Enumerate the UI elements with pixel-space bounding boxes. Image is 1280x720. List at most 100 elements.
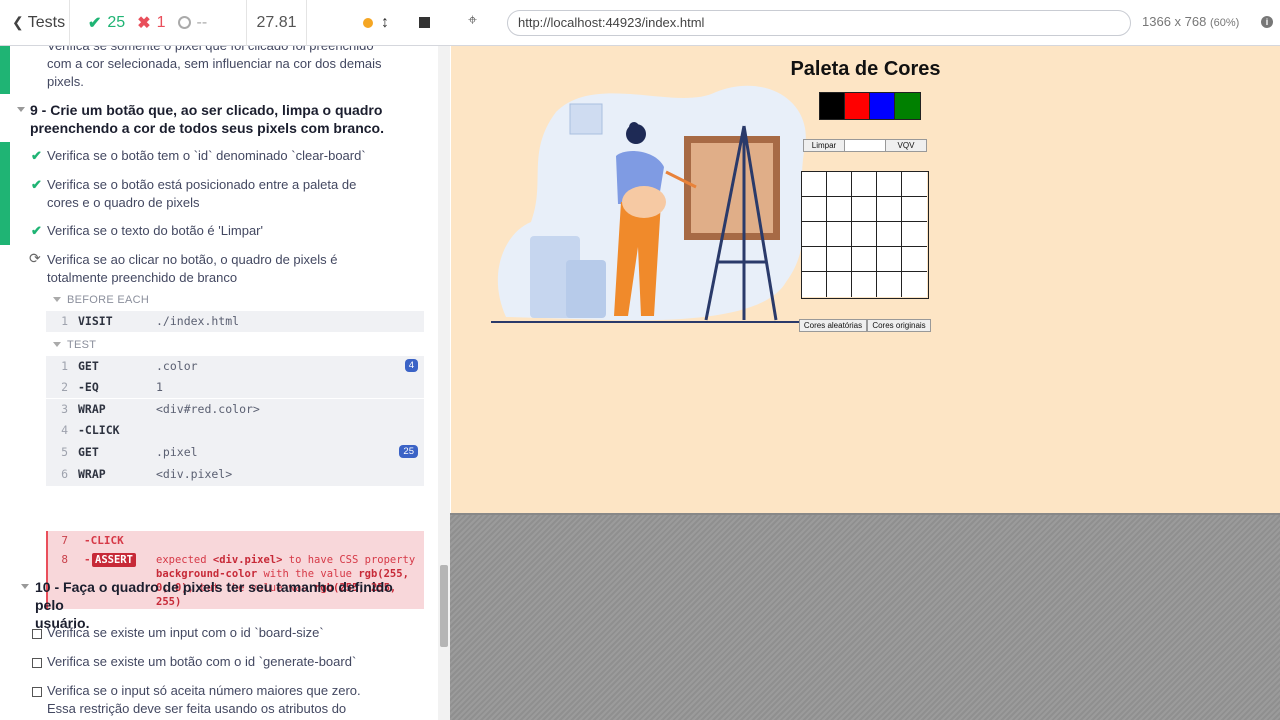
test-title[interactable]: Verifica se o botão tem o `id` denominad…: [47, 147, 366, 165]
command-name: GET: [78, 445, 99, 459]
test-hook-title[interactable]: TEST: [67, 339, 96, 351]
check-icon: ✔: [88, 14, 102, 32]
reporter-panel: ❮ Tests ✔ 25 ✖ 1 -- 27.81 ↕ com a cor se…: [0, 0, 450, 720]
random-colors-button[interactable]: Cores aleatórias: [799, 319, 867, 332]
scrollbar-thumb[interactable]: [440, 565, 448, 647]
viewport-info: 1366 x 768 (60%): [1142, 14, 1239, 29]
clear-board-button[interactable]: Limpar: [803, 139, 845, 152]
pixel[interactable]: [877, 247, 902, 272]
caret-down-icon[interactable]: [21, 584, 29, 589]
pixel[interactable]: [802, 272, 827, 297]
caret-down-icon[interactable]: [53, 342, 61, 347]
caret-down-icon[interactable]: [17, 107, 25, 112]
text-line: 9 - Crie um botão que, ao ser clicado, l…: [30, 102, 383, 118]
command-name: -EQ: [78, 380, 99, 394]
color-swatch[interactable]: [820, 93, 845, 119]
pixel[interactable]: [852, 172, 877, 197]
generate-board-button[interactable]: VQV: [885, 139, 927, 152]
color-swatch[interactable]: [845, 93, 870, 119]
board-size-input[interactable]: [844, 139, 886, 152]
color-swatch[interactable]: [895, 93, 920, 119]
command-name: VISIT: [78, 314, 113, 328]
tests-label: Tests: [27, 13, 66, 31]
original-colors-button[interactable]: Cores originais: [867, 319, 931, 332]
pixel[interactable]: [827, 247, 852, 272]
pixel[interactable]: [827, 222, 852, 247]
pixel[interactable]: [827, 172, 852, 197]
pixel[interactable]: [902, 247, 927, 272]
text-line: Verifica se o botão está posicionado ent…: [47, 177, 357, 192]
pixel[interactable]: [827, 197, 852, 222]
color-swatch[interactable]: [870, 93, 895, 119]
pending-checkbox-icon: [32, 629, 42, 639]
run-controls: ↕: [307, 0, 450, 46]
text-line: Essa restrição deve ser feita usando os …: [47, 701, 347, 716]
empty-viewport-area: [450, 513, 1280, 720]
test-title[interactable]: Verifica se existe um input com o id `bo…: [47, 624, 324, 642]
command-number: 7: [61, 534, 68, 547]
command-row[interactable]: 6 WRAP <div.pixel>: [46, 464, 424, 484]
stats: ✔ 25 ✖ 1 --: [70, 0, 247, 46]
test-title-prev[interactable]: Verifica se somente o pixel que foi clic…: [47, 46, 427, 91]
test-title[interactable]: Verifica se existe um botão com o id `ge…: [47, 653, 356, 671]
pixel[interactable]: [802, 222, 827, 247]
autoscroll-icon[interactable]: ↕: [381, 14, 389, 32]
text-line: Verifica se o texto do botão é 'Limpar': [47, 223, 263, 238]
pending-stat[interactable]: --: [177, 13, 208, 32]
cypress-runner: ❮ Tests ✔ 25 ✖ 1 -- 27.81 ↕ com a cor se…: [0, 0, 1280, 720]
info-icon[interactable]: i: [1261, 16, 1273, 28]
pixel[interactable]: [852, 272, 877, 297]
pending-count: --: [196, 13, 208, 31]
check-icon: ✔: [31, 148, 42, 163]
pixel[interactable]: [802, 172, 827, 197]
command-number: 8: [61, 553, 68, 566]
pixel[interactable]: [802, 247, 827, 272]
url-field[interactable]: http://localhost:44923/index.html: [507, 10, 1131, 36]
command-row[interactable]: 4 -CLICK: [46, 420, 424, 440]
pixel[interactable]: [902, 272, 927, 297]
pending-checkbox-icon: [32, 687, 42, 697]
pixel[interactable]: [877, 197, 902, 222]
test-title[interactable]: Verifica se o input só aceita número mai…: [47, 682, 361, 718]
pixel[interactable]: [902, 222, 927, 247]
passed-count: 25: [107, 13, 126, 31]
command-number: 1: [61, 314, 68, 328]
command-row[interactable]: 5 GET .pixel 25: [46, 442, 424, 462]
command-row[interactable]: 1 GET .color 4: [46, 356, 424, 376]
pixel[interactable]: [877, 172, 902, 197]
color-palette: [819, 92, 921, 120]
pending-circle-icon: [177, 16, 191, 29]
pixel[interactable]: [902, 172, 927, 197]
pixel[interactable]: [852, 197, 877, 222]
stop-icon[interactable]: [419, 17, 430, 28]
command-dash: -: [84, 553, 91, 566]
pixel[interactable]: [902, 197, 927, 222]
passed-stat[interactable]: ✔ 25: [88, 13, 125, 33]
test-title[interactable]: Verifica se o botão está posicionado ent…: [47, 176, 356, 212]
command-name: WRAP: [78, 467, 106, 481]
x-icon: ✖: [137, 14, 151, 32]
pixel[interactable]: [877, 222, 902, 247]
tests-back-button[interactable]: ❮ Tests: [0, 0, 70, 46]
pending-checkbox-icon: [32, 658, 42, 668]
command-row[interactable]: 3 WRAP <div#red.color>: [46, 399, 424, 419]
command-message: .color: [156, 359, 198, 373]
test-title-running[interactable]: Verifica se ao clicar no botão, o quadro…: [47, 251, 338, 287]
test-title[interactable]: Verifica se o texto do botão é 'Limpar': [47, 222, 263, 240]
command-row[interactable]: 2 -EQ 1: [46, 377, 424, 397]
suite-9-title[interactable]: 9 - Crie um botão que, ao ser clicado, l…: [30, 101, 410, 137]
crosshair-icon[interactable]: ⌖: [468, 12, 490, 34]
command-message: ./index.html: [156, 314, 240, 328]
aut-header: ⌖ http://localhost:44923/index.html 1366…: [450, 0, 1280, 46]
command-row[interactable]: 1 VISIT ./index.html: [46, 311, 424, 332]
pixel[interactable]: [827, 272, 852, 297]
pixel[interactable]: [852, 247, 877, 272]
before-each-hook-title[interactable]: BEFORE EACH: [67, 294, 149, 306]
failed-stat[interactable]: ✖ 1: [137, 13, 165, 33]
pixel[interactable]: [877, 272, 902, 297]
text-line: Verifica se existe um input com o id `bo…: [47, 625, 324, 640]
caret-down-icon[interactable]: [53, 297, 61, 302]
duration: 27.81: [247, 0, 307, 46]
pixel[interactable]: [802, 197, 827, 222]
pixel[interactable]: [852, 222, 877, 247]
